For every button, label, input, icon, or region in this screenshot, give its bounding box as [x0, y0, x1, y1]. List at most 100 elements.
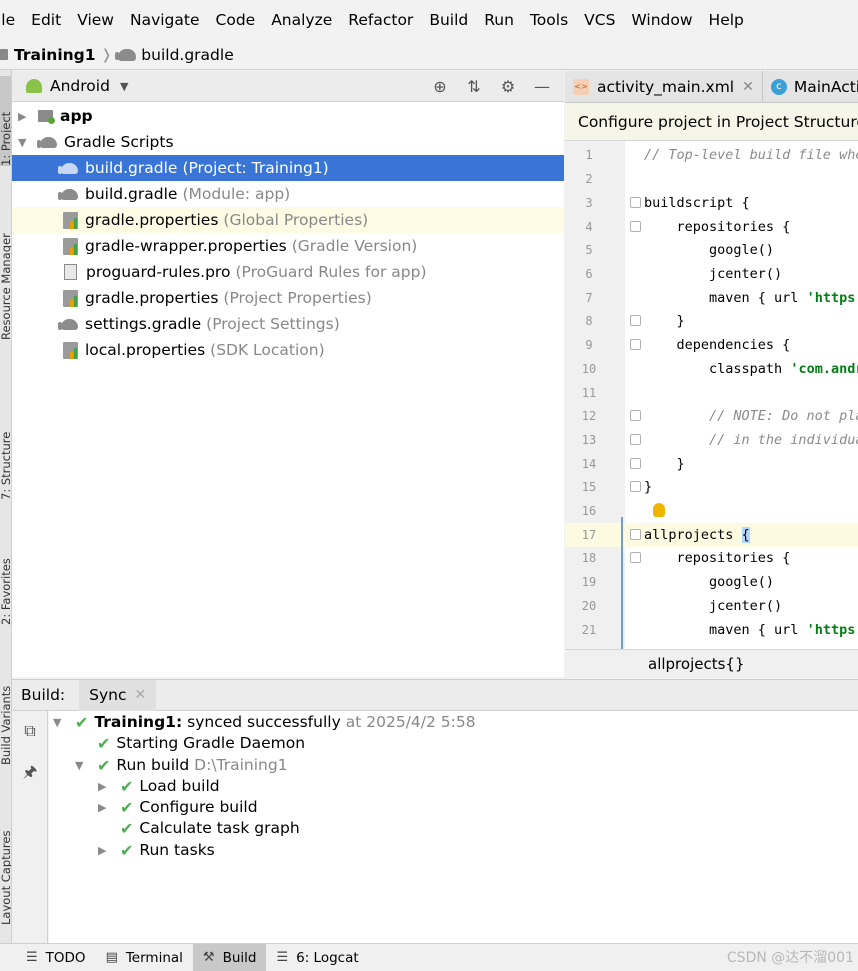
chevron-right-icon[interactable]: ▶	[98, 780, 110, 793]
tree-item-hint: (Project Settings)	[206, 315, 340, 333]
fold-toggle-icon[interactable]	[630, 529, 641, 540]
tool-tab-todo[interactable]: ☰ TODO	[16, 944, 96, 971]
menu-view[interactable]: View	[69, 11, 122, 29]
tab-mainactivity[interactable]: c MainActiv	[763, 71, 858, 102]
restart-sync-icon[interactable]: ⧉	[21, 721, 39, 740]
menu-build[interactable]: Build	[421, 11, 476, 29]
module-folder-icon	[38, 110, 55, 124]
check-icon: ✔	[120, 776, 134, 796]
locate-icon[interactable]: ⊕	[430, 77, 450, 96]
fold-toggle-icon[interactable]	[630, 481, 641, 492]
chevron-down-icon[interactable]: ▼	[53, 716, 65, 729]
tree-item-gradle-wrapper-properties[interactable]: gradle-wrapper.properties (Gradle Versio…	[12, 233, 564, 259]
menu-file[interactable]: ile	[0, 11, 23, 29]
code-string: 'com.andr	[790, 361, 858, 377]
tool-tab-build-variants[interactable]: Build Variants	[0, 655, 11, 765]
tab-sync[interactable]: Sync ✕	[79, 679, 157, 711]
build-item-load-build[interactable]: ▶ ✔ Load build	[98, 775, 220, 797]
pin-icon[interactable]: 🖈	[21, 761, 39, 781]
chevron-right-icon[interactable]: ▶	[98, 844, 110, 857]
fold-toggle-icon[interactable]	[630, 339, 641, 350]
menu-window[interactable]: Window	[623, 11, 700, 29]
tool-tab-structure[interactable]: 7: Structure	[0, 410, 11, 500]
fold-toggle-icon[interactable]	[630, 221, 641, 232]
check-icon: ✔	[97, 733, 111, 753]
code-editor[interactable]: 1 2 3 4 5 6 7 8 9 10 11 12 13 14 15 16 1…	[565, 141, 858, 649]
tool-tab-terminal[interactable]: ▤ Terminal	[96, 944, 193, 971]
properties-file-icon	[63, 237, 78, 255]
menu-help[interactable]: Help	[701, 11, 752, 29]
build-item-run-build[interactable]: ▼ ✔ Run build D:\Training1	[75, 754, 288, 776]
fold-toggle-icon[interactable]	[630, 458, 641, 469]
tool-tab-resource-manager[interactable]: Resource Manager	[0, 200, 11, 340]
line-number: 5	[585, 243, 593, 257]
hammer-icon: ⚒	[202, 950, 215, 965]
breadcrumb-project[interactable]: Training1	[0, 46, 96, 64]
menu-refactor[interactable]: Refactor	[340, 11, 421, 29]
tool-tab-favorites[interactable]: 2: Favorites	[0, 530, 11, 625]
fold-toggle-icon[interactable]	[630, 552, 641, 563]
fold-toggle-icon[interactable]	[630, 315, 641, 326]
tab-activity-main-xml[interactable]: <> activity_main.xml ✕	[565, 71, 763, 102]
menu-bar: ile Edit View Navigate Code Analyze Refa…	[0, 0, 858, 40]
tree-item-build-gradle-module[interactable]: build.gradle (Module: app)	[12, 181, 564, 207]
tree-item-hint: (Global Properties)	[223, 211, 369, 229]
build-item-starting-daemon[interactable]: ✔ Starting Gradle Daemon	[97, 732, 305, 754]
menu-vcs[interactable]: VCS	[576, 11, 623, 29]
menu-edit[interactable]: Edit	[23, 11, 69, 29]
tool-tab-build[interactable]: ⚒ Build	[192, 943, 267, 971]
tree-item-gradle-properties-global[interactable]: gradle.properties (Global Properties)	[12, 207, 564, 233]
close-icon[interactable]: ✕	[742, 79, 754, 95]
build-item-path: D:\Training1	[194, 756, 288, 774]
chevron-down-icon[interactable]: ▼	[18, 136, 30, 149]
fold-toggle-icon[interactable]	[630, 410, 641, 421]
gear-icon[interactable]: ⚙	[498, 77, 518, 96]
project-panel-header: Android ▼ ⊕ ⇅ ⚙ —	[12, 71, 564, 102]
gradle-icon	[37, 136, 57, 148]
chevron-down-icon[interactable]: ▼	[120, 80, 128, 93]
fold-toggle-icon[interactable]	[630, 434, 641, 445]
chevron-right-icon[interactable]: ▶	[98, 801, 110, 814]
tree-item-settings-gradle[interactable]: settings.gradle (Project Settings)	[12, 311, 564, 337]
tree-item-build-gradle-project[interactable]: build.gradle (Project: Training1)	[12, 155, 564, 181]
build-panel-header: Build: Sync ✕	[12, 679, 858, 711]
tree-item-app[interactable]: ▶ app	[12, 103, 564, 129]
tree-item-gradle-properties-project[interactable]: gradle.properties (Project Properties)	[12, 285, 564, 311]
chevron-right-icon[interactable]: ▶	[18, 110, 30, 123]
tool-tab-layout-captures[interactable]: Layout Captures	[0, 800, 11, 925]
code-text: allprojects	[644, 527, 742, 543]
menu-tools[interactable]: Tools	[522, 11, 576, 29]
tree-item-proguard-rules[interactable]: proguard-rules.pro (ProGuard Rules for a…	[12, 259, 564, 285]
build-item-run-tasks[interactable]: ▶ ✔ Run tasks	[98, 839, 215, 861]
tree-item-local-properties[interactable]: local.properties (SDK Location)	[12, 337, 564, 363]
chevron-down-icon[interactable]: ▼	[75, 759, 87, 772]
tool-tab-project[interactable]: 1: Project	[0, 76, 11, 166]
menu-navigate[interactable]: Navigate	[122, 11, 208, 29]
tree-item-gradle-scripts[interactable]: ▼ Gradle Scripts	[12, 129, 564, 155]
project-view-selector[interactable]: Android	[50, 77, 110, 95]
editor-tabs: <> activity_main.xml ✕ c MainActiv	[565, 71, 858, 103]
close-icon[interactable]: ✕	[135, 687, 147, 703]
line-number: 16	[581, 504, 597, 518]
terminal-icon: ▤	[105, 950, 118, 965]
build-item-calculate-task-graph[interactable]: ✔ Calculate task graph	[120, 817, 300, 839]
build-item-label: Run tasks	[139, 841, 215, 859]
editor-breadcrumb-item[interactable]: allprojects{}	[648, 655, 745, 673]
breadcrumb-file[interactable]: build.gradle	[115, 46, 234, 64]
tool-tab-logcat[interactable]: ☰ 6: Logcat	[266, 944, 368, 971]
notification-text[interactable]: Configure project in Project Structure d	[578, 113, 858, 131]
build-item-configure-build[interactable]: ▶ ✔ Configure build	[98, 796, 258, 818]
build-root-item[interactable]: ▼ ✔ Training1: synced successfully at 20…	[53, 711, 476, 733]
line-number: 12	[581, 409, 597, 423]
minimize-icon[interactable]: —	[532, 77, 552, 96]
menu-run[interactable]: Run	[476, 11, 522, 29]
code-line: }	[644, 456, 685, 472]
build-toolbar: ⧉ 🖈	[12, 711, 48, 943]
collapse-all-icon[interactable]: ⇅	[464, 77, 484, 96]
menu-code[interactable]: Code	[208, 11, 264, 29]
lightbulb-icon[interactable]	[653, 503, 665, 517]
fold-toggle-icon[interactable]	[630, 197, 641, 208]
menu-analyze[interactable]: Analyze	[263, 11, 340, 29]
tab-label: MainActiv	[793, 77, 858, 96]
tree-item-hint: (Project Properties)	[223, 289, 372, 307]
